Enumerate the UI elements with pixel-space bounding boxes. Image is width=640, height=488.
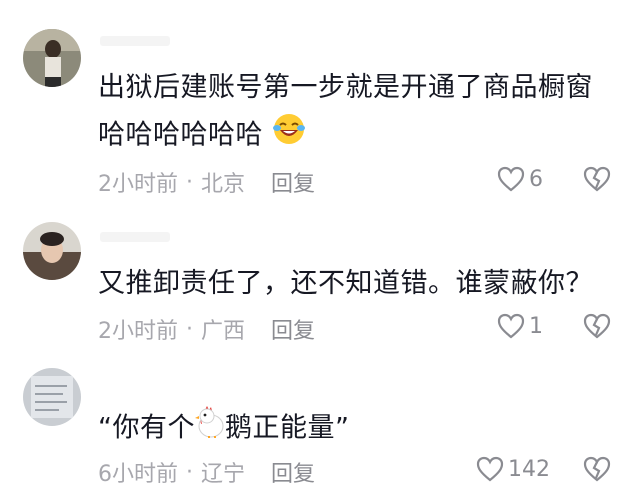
broken-heart-icon <box>583 166 611 192</box>
reply-button[interactable]: 回复 <box>271 456 315 488</box>
comment-text: 出狱后建账号第一步就是开通了商品橱窗 <box>98 72 593 103</box>
heart-icon <box>497 166 525 192</box>
comment-item: 出狱后建账号第一步就是开通了商品橱窗 哈哈哈哈哈哈 2小时前 · 北京 回复 6 <box>0 0 640 200</box>
comment-location: 辽宁 <box>201 462 246 487</box>
like-button[interactable]: 6 <box>497 166 543 192</box>
username-placeholder[interactable] <box>100 36 170 46</box>
like-button[interactable]: 1 <box>497 313 543 339</box>
comment-meta: 2小时前 · 北京 回复 <box>98 166 315 198</box>
comment-meta: 2小时前 · 广西 回复 <box>98 313 315 345</box>
dislike-button[interactable] <box>583 166 611 196</box>
comment-meta: 6小时前 · 辽宁 回复 <box>98 456 315 488</box>
heart-icon <box>497 313 525 339</box>
meta-separator: · <box>186 169 193 195</box>
like-count: 1 <box>529 313 543 339</box>
dislike-button[interactable] <box>583 313 611 343</box>
comment-location: 广西 <box>201 319 246 344</box>
comment-item: “你有个 鹅正能量” 6小时前 · 辽宁 回复 142 <box>0 360 640 487</box>
like-count: 6 <box>529 166 543 192</box>
comment-text: 哈哈哈哈哈哈 <box>98 112 306 160</box>
laughing-tears-emoji-icon <box>272 112 306 160</box>
avatar[interactable] <box>23 368 81 426</box>
reply-button[interactable]: 回复 <box>271 166 315 198</box>
username-placeholder[interactable] <box>100 232 170 242</box>
chicken-emoji-icon <box>195 406 225 452</box>
broken-heart-icon <box>583 456 611 482</box>
avatar[interactable] <box>23 29 81 87</box>
meta-separator: · <box>186 459 193 485</box>
heart-icon <box>476 456 504 482</box>
comment-item: 又推卸责任了，还不知道错。谁蒙蔽你？ 2小时前 · 广西 回复 1 <box>0 210 640 360</box>
dislike-button[interactable] <box>583 456 611 486</box>
avatar[interactable] <box>23 222 81 280</box>
comment-location: 北京 <box>201 172 246 197</box>
like-button[interactable]: 142 <box>476 456 550 482</box>
reply-button[interactable]: 回复 <box>271 313 315 345</box>
comment-text-part: 鹅正能量” <box>225 412 350 444</box>
comment-text-part: “你有个 <box>98 412 195 444</box>
like-count: 142 <box>508 456 550 482</box>
comment-text-line: 哈哈哈哈哈哈 <box>98 119 263 151</box>
comment-text: 又推卸责任了，还不知道错。谁蒙蔽你？ <box>98 268 593 299</box>
meta-separator: · <box>186 316 193 342</box>
comment-text: “你有个 鹅正能量” <box>98 406 350 452</box>
comment-time: 2小时前 <box>98 319 178 344</box>
broken-heart-icon <box>583 313 611 339</box>
comment-time: 6小时前 <box>98 462 178 487</box>
comment-time: 2小时前 <box>98 172 178 197</box>
